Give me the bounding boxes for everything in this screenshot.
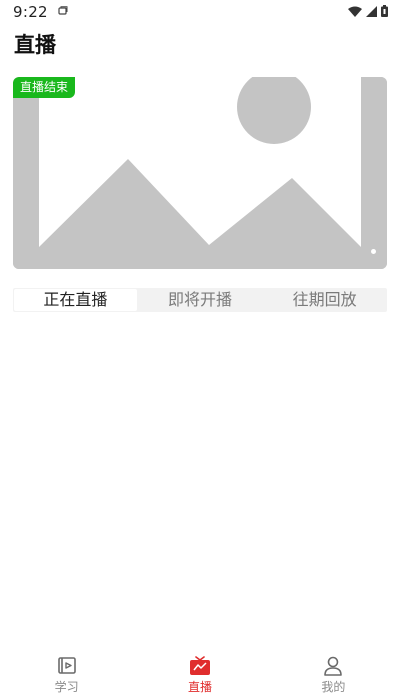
status-icons	[348, 5, 388, 17]
notification-icon	[58, 6, 68, 15]
user-icon	[324, 656, 343, 676]
tab-upcoming[interactable]: 即将开播	[139, 289, 262, 311]
nav-item-study[interactable]: 学习	[0, 648, 133, 700]
live-tabs: 正在直播 即将开播 往期回放	[13, 288, 387, 312]
image-placeholder-icon	[13, 77, 387, 269]
nav-label-mine: 我的	[321, 680, 346, 694]
battery-icon	[381, 5, 388, 17]
signal-icon	[366, 5, 377, 17]
status-time: 9:22	[13, 3, 48, 21]
wifi-icon	[348, 6, 362, 17]
nav-label-live: 直播	[187, 680, 212, 694]
nav-label-study: 学习	[54, 680, 79, 694]
live-status-badge: 直播结束	[13, 77, 76, 98]
video-play-icon	[57, 657, 76, 674]
live-banner[interactable]: 直播结束	[13, 77, 387, 269]
nav-item-live[interactable]: 直播	[133, 648, 266, 700]
page-title: 直播	[14, 33, 56, 57]
tab-replay[interactable]: 往期回放	[263, 289, 386, 311]
status-bar: 9:22	[0, 0, 400, 24]
nav-item-mine[interactable]: 我的	[267, 648, 400, 700]
bottom-nav: 学习 直播 我的	[0, 648, 400, 700]
tv-icon	[189, 656, 210, 675]
tab-live-now[interactable]: 正在直播	[14, 289, 137, 311]
banner-page-indicator	[371, 249, 376, 254]
